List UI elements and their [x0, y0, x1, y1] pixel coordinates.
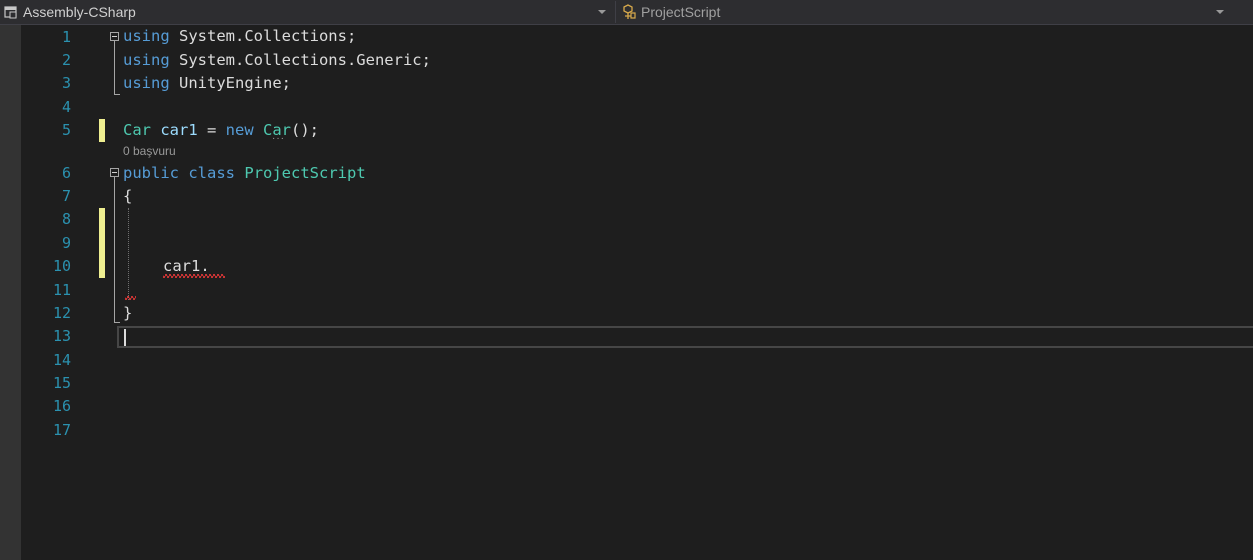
code-line-1[interactable]: using System.Collections; — [123, 26, 356, 46]
line-number: 6 — [61, 164, 71, 182]
line-number: 5 — [61, 121, 71, 139]
chevron-down-icon[interactable] — [598, 10, 606, 14]
collapse-icon[interactable] — [110, 168, 119, 177]
fold-line-end — [114, 94, 120, 95]
code-line-6[interactable]: public class ProjectScript — [123, 163, 366, 183]
code-line-12[interactable]: } — [123, 303, 132, 323]
type-dropdown[interactable]: ProjectScript — [615, 1, 1253, 23]
line-number: 1 — [61, 28, 71, 46]
line-number: 2 — [61, 51, 71, 69]
code-line-5[interactable]: Car car1 = new Car(); — [123, 120, 319, 140]
text-cursor — [124, 329, 126, 346]
collapse-icon[interactable] — [110, 32, 119, 41]
line-number: 11 — [52, 281, 71, 299]
error-squiggle[interactable] — [125, 296, 136, 300]
line-number: 13 — [52, 327, 71, 345]
change-marker — [99, 208, 105, 278]
keyword: using — [123, 74, 170, 92]
indent-guide — [128, 208, 129, 300]
line-number: 8 — [61, 210, 71, 228]
code-text: (); — [291, 121, 320, 139]
type-name: Car — [123, 121, 151, 139]
csharp-project-icon — [4, 6, 17, 19]
current-line-highlight — [117, 326, 1253, 348]
keyword: new — [225, 121, 254, 139]
project-dropdown-label: Assembly-CSharp — [23, 4, 136, 20]
line-number: 12 — [52, 304, 71, 322]
code-editor[interactable] — [0, 25, 1253, 560]
fold-line — [114, 41, 115, 95]
line-number: 10 — [52, 257, 71, 275]
line-number: 4 — [61, 98, 71, 116]
line-number: 14 — [52, 351, 71, 369]
variable-name: car1 — [151, 121, 198, 139]
keyword: using — [123, 27, 170, 45]
line-number: 9 — [61, 234, 71, 252]
suggestion-dots-icon[interactable]: ··· — [272, 134, 285, 144]
line-number: 17 — [52, 421, 71, 439]
error-squiggle[interactable] — [163, 274, 225, 278]
codelens-references[interactable]: 0 başvuru — [123, 143, 176, 159]
fold-line — [114, 177, 115, 323]
line-number: 3 — [61, 74, 71, 92]
change-marker — [99, 119, 105, 142]
project-dropdown[interactable]: Assembly-CSharp — [0, 1, 612, 23]
code-line-3[interactable]: using UnityEngine; — [123, 73, 291, 93]
code-text: System.Collections.Generic; — [169, 51, 431, 69]
code-text: UnityEngine; — [169, 74, 291, 92]
keyword: public — [123, 164, 179, 182]
code-line-7[interactable]: { — [123, 186, 132, 206]
code-text: System.Collections; — [169, 27, 357, 45]
type-dropdown-label: ProjectScript — [641, 4, 721, 20]
line-number: 16 — [52, 397, 71, 415]
navigation-bar: Assembly-CSharp ProjectScript — [0, 0, 1253, 25]
type-name: ProjectScript — [244, 164, 366, 182]
fold-line-end — [114, 322, 120, 323]
code-line-10[interactable]: car1. — [163, 256, 210, 276]
keyword: class — [188, 164, 236, 182]
line-number: 15 — [52, 374, 71, 392]
keyword: using — [123, 51, 170, 69]
line-number: 7 — [61, 187, 71, 205]
class-icon — [623, 4, 636, 19]
operator: = — [197, 121, 226, 139]
chevron-down-icon[interactable] — [1216, 10, 1224, 14]
code-line-2[interactable]: using System.Collections.Generic; — [123, 50, 431, 70]
